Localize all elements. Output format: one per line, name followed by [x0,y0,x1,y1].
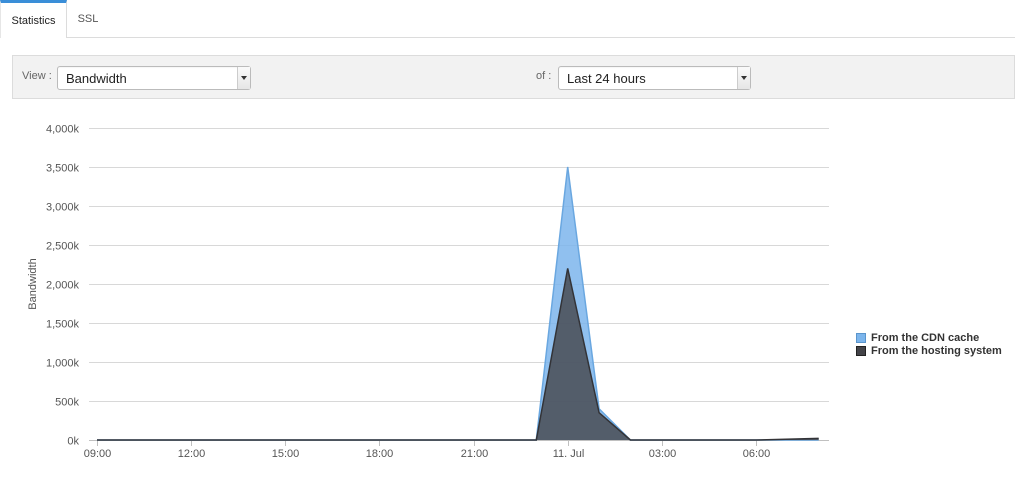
series-line-1 [97,268,819,441]
y-tick-label: 4,000k [46,124,80,136]
legend-swatch-hosting [856,345,866,356]
y-tick-label: 1,500k [46,319,80,331]
tab-bar: Statistics SSL [0,0,1015,38]
period-select[interactable]: Last 24 hours [558,66,751,90]
view-label: View : [22,70,52,82]
x-tick-label: 15:00 [272,448,300,460]
chart-legend: From the CDN cache From the hosting syst… [856,331,1002,357]
y-tick-label: 2,000k [46,280,80,292]
y-tick-label: 3,500k [46,163,80,175]
series-line-0 [97,166,819,441]
series-area-1 [97,268,819,440]
legend-item-cdn[interactable]: From the CDN cache [856,331,1002,344]
chevron-down-icon [237,67,250,89]
x-tick-label: 21:00 [461,448,489,460]
y-axis-label: Bandwidth [27,258,39,309]
legend-label-cdn: From the CDN cache [871,331,980,344]
tab-ssl[interactable]: SSL [67,0,109,37]
x-tick-label: 11. Jul [553,448,585,460]
view-select[interactable]: Bandwidth [57,66,251,90]
legend-label-hosting: From the hosting system [871,344,1002,357]
y-tick-label: 3,000k [46,202,80,214]
chevron-down-icon [737,67,750,89]
x-tick-label: 18:00 [366,448,394,460]
x-tick-label: 12:00 [178,448,206,460]
period-select-value: Last 24 hours [567,70,646,86]
tab-statistics[interactable]: Statistics [0,0,67,38]
y-tick-label: 0k [67,436,79,448]
period-label: of : [536,70,552,82]
bandwidth-chart: 0k 500k 1,000k 1,500k 2,000k 2,500k 3,000k 3,50… [0,110,1024,478]
y-tick-label: 1,000k [46,358,80,370]
x-tick-label: 09:00 [84,448,112,460]
series-area-0 [97,167,819,440]
x-tick-label: 06:00 [743,448,771,460]
y-tick-label: 500k [55,397,79,409]
legend-item-hosting[interactable]: From the hosting system [856,344,1002,357]
chart-canvas: 0k 500k 1,000k 1,500k 2,000k 2,500k 3,000k 3,50… [27,124,829,460]
y-tick-label: 2,500k [46,241,80,253]
view-select-value: Bandwidth [66,70,127,86]
legend-swatch-cdn [856,332,866,343]
filter-bar: View : Bandwidth of : Last 24 hours [12,55,1015,99]
x-tick-label: 03:00 [649,448,677,460]
